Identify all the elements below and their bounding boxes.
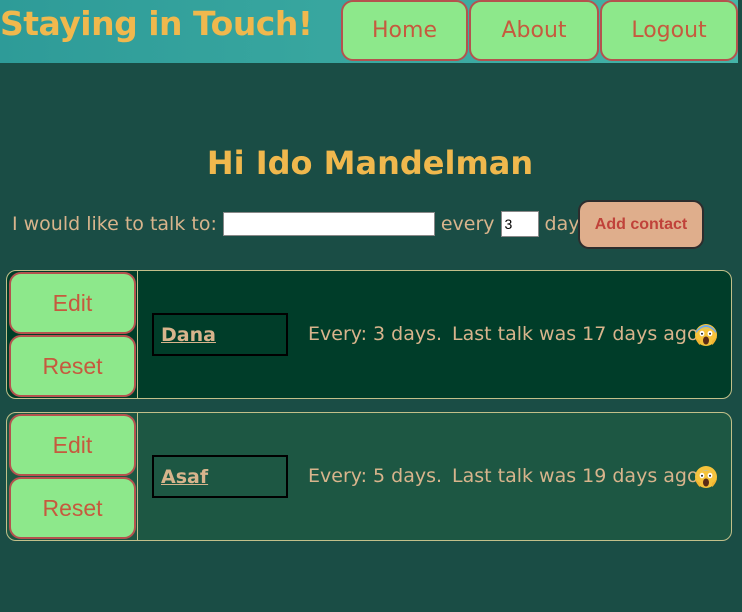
add-contact-button[interactable]: Add contact	[578, 200, 704, 249]
contact-frequency: Every: 3 days.	[308, 323, 443, 345]
last-talk-text: Last talk was 17 days ago	[452, 323, 699, 345]
top-bar: Staying in Touch! Home About Logout	[0, 0, 738, 63]
contact-name-link[interactable]: Dana	[152, 313, 288, 356]
app-title: Staying in Touch!	[0, 4, 313, 43]
contact-card: Edit Reset Asaf Every: 5 days. Last talk…	[6, 412, 732, 541]
add-contact-form: I would like to talk to: every days	[12, 200, 589, 248]
contact-card: Edit Reset Dana Every: 3 days. Last talk…	[6, 270, 732, 399]
talk-to-label: I would like to talk to:	[12, 213, 217, 235]
edit-button[interactable]: Edit	[9, 272, 136, 334]
reset-button[interactable]: Reset	[9, 477, 136, 539]
last-talk-text: Last talk was 19 days ago	[452, 465, 699, 487]
screaming-face-icon	[695, 466, 717, 488]
nav-logout-button[interactable]: Logout	[600, 0, 738, 61]
page-greeting: Hi Ido Mandelman	[206, 144, 534, 182]
contact-frequency: Every: 5 days.	[308, 465, 443, 487]
card-actions: Edit Reset	[7, 413, 138, 540]
contact-name-input[interactable]	[222, 212, 435, 236]
card-actions: Edit Reset	[7, 271, 138, 398]
screaming-face-icon	[695, 324, 717, 346]
days-input[interactable]	[500, 211, 539, 237]
contact-name-link[interactable]: Asaf	[152, 455, 288, 498]
every-label: every	[440, 213, 495, 235]
reset-button[interactable]: Reset	[9, 335, 136, 397]
nav-about-button[interactable]: About	[469, 0, 599, 61]
edit-button[interactable]: Edit	[9, 414, 136, 476]
nav-home-button[interactable]: Home	[341, 0, 468, 61]
